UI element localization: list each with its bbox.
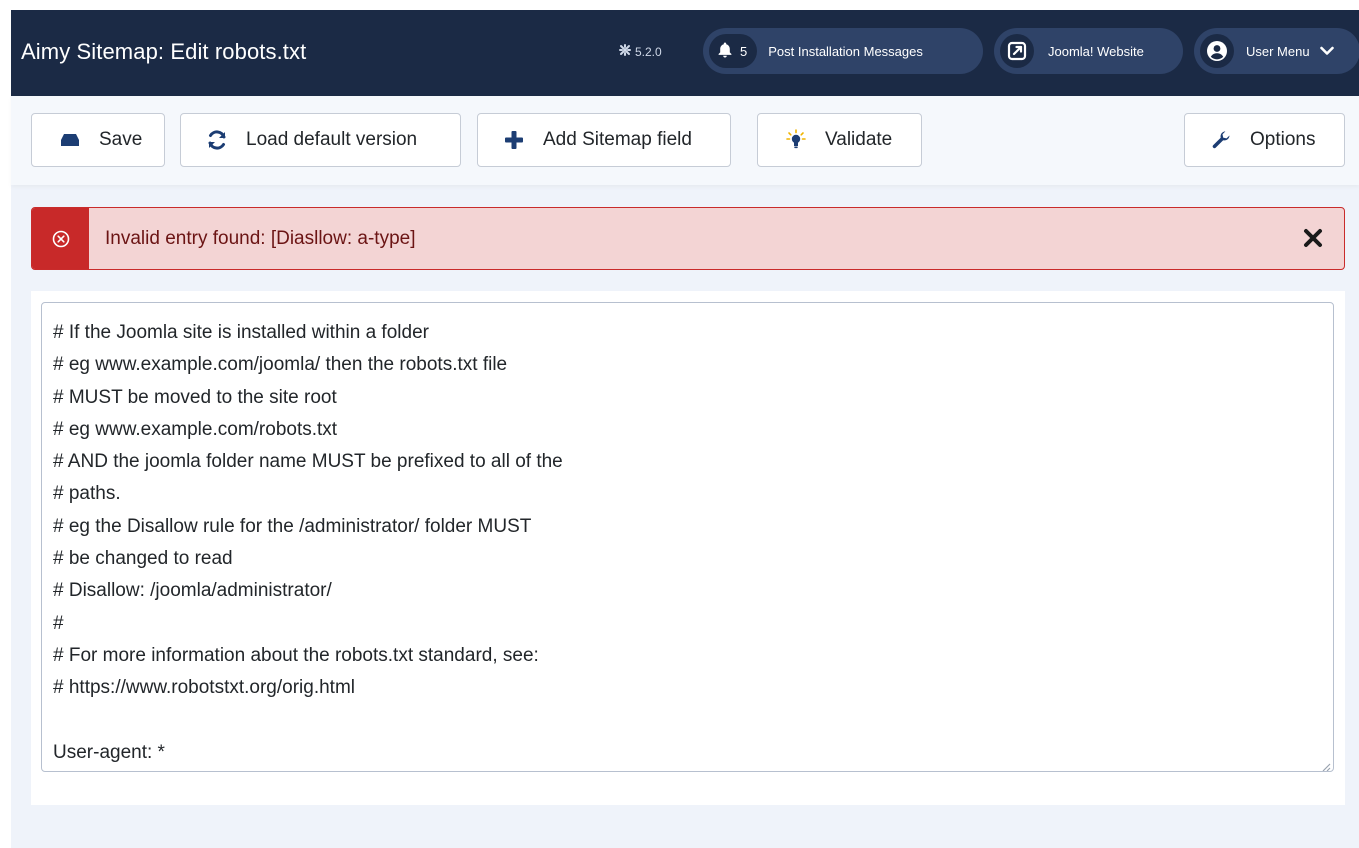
post-installation-messages-button[interactable]: 5 Post Installation Messages: [703, 28, 983, 74]
user-menu-button[interactable]: User Menu: [1194, 28, 1359, 74]
refresh-icon: [205, 128, 229, 152]
chevron-down-icon: [1319, 44, 1334, 59]
editor-line: # Disallow: /joomla/administrator/: [53, 580, 332, 602]
user-menu-label: User Menu: [1246, 43, 1310, 59]
bell-icon: [717, 41, 733, 61]
validate-button[interactable]: Validate: [757, 113, 922, 167]
version-label: 5.2.0: [635, 44, 662, 59]
editor-line: # eg www.example.com/robots.txt: [53, 418, 338, 440]
editor-line: # https://www.robotstxt.org/orig.html: [53, 677, 356, 699]
close-icon[interactable]: [1300, 223, 1326, 253]
options-label: Options: [1250, 129, 1316, 150]
joomla-website-link[interactable]: Joomla! Website: [994, 28, 1183, 74]
error-alert: Invalid entry found: [Diasllow: a-type]: [31, 207, 1345, 270]
lightbulb-icon: [784, 128, 808, 152]
editor-line: # AND the joomla folder name MUST be pre…: [53, 451, 563, 473]
editor-line: # paths.: [53, 483, 121, 505]
app-window: Aimy Sitemap: Edit robots.txt 5.2.0 5 Po…: [11, 10, 1359, 848]
editor-line: # If the Joomla site is installed within…: [53, 322, 429, 343]
robots-txt-textarea[interactable]: # If the Joomla site is installed within…: [41, 302, 1334, 772]
header-bar: Aimy Sitemap: Edit robots.txt 5.2.0 5 Po…: [11, 10, 1359, 96]
error-circle-icon: [32, 208, 89, 269]
user-circle-icon: [1200, 34, 1234, 68]
editor-line: Disallow: /administrator/: [53, 769, 1333, 771]
editor-content: # If the Joomla site is installed within…: [42, 303, 1333, 771]
editor-line: # eg the Disallow rule for the /administ…: [53, 515, 532, 537]
joomla-logo-icon: [619, 44, 631, 59]
plus-icon: [502, 128, 526, 152]
toolbar: Save Load default version Add Sitemap fi…: [11, 96, 1359, 185]
editor-line: # eg www.example.com/joomla/ then the ro…: [53, 354, 508, 376]
editor-line: # For more information about the robots.…: [53, 644, 539, 666]
save-icon: [58, 128, 82, 152]
editor-card: # If the Joomla site is installed within…: [31, 291, 1345, 805]
version-info: 5.2.0: [619, 44, 662, 59]
validate-label: Validate: [825, 129, 893, 150]
page-title: Aimy Sitemap: Edit robots.txt: [21, 39, 307, 64]
editor-line: # MUST be moved to the site root: [53, 386, 337, 408]
notification-count-badge: 5: [709, 34, 758, 68]
save-label: Save: [99, 129, 143, 150]
wrench-icon: [1209, 128, 1233, 152]
editor-line: #: [53, 612, 64, 634]
add-sitemap-field-button[interactable]: Add Sitemap field: [477, 113, 731, 167]
load-default-version-button[interactable]: Load default version: [180, 113, 461, 167]
post-installation-label: Post Installation Messages: [768, 43, 923, 59]
options-button[interactable]: Options: [1184, 113, 1345, 167]
alert-message: Invalid entry found: [Diasllow: a-type]: [105, 228, 416, 249]
editor-line: # be changed to read: [53, 548, 233, 570]
external-link-icon: [1000, 34, 1034, 68]
save-button[interactable]: Save: [31, 113, 165, 167]
notification-count: 5: [740, 43, 748, 59]
add-sitemap-label: Add Sitemap field: [543, 129, 692, 150]
resize-handle-icon[interactable]: [1321, 759, 1331, 771]
joomla-website-label: Joomla! Website: [1048, 43, 1144, 59]
editor-line: User-agent: *: [53, 741, 165, 763]
load-default-label: Load default version: [246, 129, 418, 150]
